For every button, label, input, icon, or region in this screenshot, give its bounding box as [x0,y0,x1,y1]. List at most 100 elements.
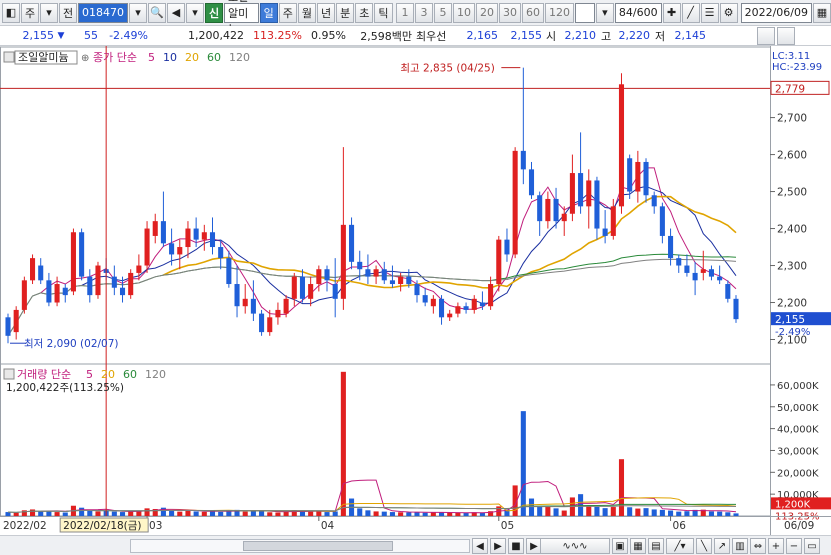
period-tab-4[interactable]: 분 [336,2,355,23]
volume-legend-period-20: 20 [101,368,115,381]
plus-icon[interactable]: + [768,538,784,554]
zoom-in-icon[interactable]: ✚ [662,2,681,23]
period-tab-3[interactable]: 년 [317,2,336,23]
speaker-icon[interactable]: ◀ [167,2,185,23]
volume-pane-menu-icon[interactable] [3,368,15,380]
minute-tab-120[interactable]: 120 [545,2,575,23]
minute-tab-5[interactable]: 5 [434,2,453,23]
candle-body-61 [504,239,510,255]
window-icon[interactable]: ◧ [2,2,20,23]
period-tab-2[interactable]: 월 [297,2,317,23]
volume-bar-40 [332,511,338,516]
candle-body-36 [299,276,306,299]
line-tool-icon[interactable]: ╲ [696,538,712,554]
ref-price-tag: 2,779 [775,83,805,95]
drawing-tool-icon[interactable]: ╱▾ [666,538,694,554]
legend-settings-icon: ⊕ [81,53,89,64]
minute-tab-30[interactable]: 30 [499,2,522,23]
lc-label: LC:3.11 [772,51,810,62]
cursor-date-label: 2022/02/18(금) [63,520,141,532]
candle-body-43 [357,261,363,270]
view-controls: ∿∿∿ ▣ ▦ ▤ ╱▾ ╲ ↗ ▥ ⇔ + − ▭ [540,538,820,554]
period-tab-0[interactable]: 일 [259,2,278,23]
split-icon[interactable]: ▥ [732,538,748,554]
scroll-thumb[interactable] [243,541,393,551]
rewind-icon[interactable]: ◀ [472,538,488,554]
volume-bar-44 [365,510,371,516]
candle-body-85 [700,269,706,273]
arrow-tool-icon[interactable]: ↗ [714,538,730,554]
gear-icon[interactable]: ⚙ [719,2,738,23]
volume-bar-29 [242,511,248,516]
candle-body-58 [479,302,485,307]
buy-button[interactable] [757,27,775,45]
candle-body-78 [643,161,649,196]
data-count-field[interactable]: 84/600 [614,2,662,23]
candle-body-24 [201,232,207,240]
minute-tab-60[interactable]: 60 [522,2,545,23]
chart-scrollbar[interactable] [130,539,470,553]
minute-tab-1[interactable]: 1 [396,2,415,23]
calendar-icon[interactable]: ▦ [813,2,831,23]
candle-body-23 [193,228,199,240]
chevron-down-icon[interactable]: ▾ [40,2,58,23]
volume-bar-1 [13,512,19,516]
volume-current-label: 1,200,422주(113.25%) [6,382,124,394]
price-tick-label-5: 2,600 [777,150,807,162]
image-icon[interactable]: ▤ [648,538,664,554]
minute-tab-10[interactable]: 10 [453,2,476,23]
market-type-select[interactable]: 주 [21,2,39,23]
candle-body-30 [250,298,256,314]
current-pct-tag: -2.49% [775,327,810,338]
stock-code-input[interactable]: 018470 [78,2,128,23]
wave-tool-icon[interactable]: ∿∿∿ [540,538,610,554]
prev-button[interactable]: 전 [59,2,77,23]
volume-tick-label-3: 40,000K [777,425,819,436]
minute-tab-3[interactable]: 3 [415,2,434,23]
stop-icon[interactable]: ■ [508,538,524,554]
stock-chart[interactable]: 2,1002,2002,3002,4002,5002,6002,70010,00… [0,46,831,535]
volume-bar-4 [38,511,44,516]
top-toolbar: ◧ 주 ▾ 전 018470 ▾ 🔍 ◀ ▾ 신 조일알미늄 일주월년분초틱 1… [0,0,831,36]
volume-current-tag: 1,200K [775,499,811,510]
new-badge: 신 [205,2,223,23]
volume-bar-43 [357,508,363,516]
volume-bar-34 [283,511,289,516]
grid-icon[interactable]: ▦ [630,538,646,554]
pane-menu-icon[interactable] [3,51,15,63]
code-dropdown-icon[interactable]: ▾ [129,2,147,23]
candle-body-74 [610,206,616,236]
volume-bar-49 [406,512,412,516]
period-tab-6[interactable]: 틱 [374,2,393,23]
period-tab-1[interactable]: 주 [278,2,297,23]
candle-body-49 [406,276,412,285]
legend-ma-period-10: 10 [163,51,177,64]
bid-price: 2,155 [510,29,543,42]
compare-icon[interactable]: ☰ [700,2,719,23]
volume-bar-86 [708,511,714,516]
candle-body-47 [389,280,395,285]
minute-tab-20[interactable]: 20 [476,2,499,23]
draw-tool-icon[interactable]: ╱ [681,2,700,23]
search-icon[interactable]: 🔍 [148,2,166,23]
period-tab-5[interactable]: 초 [355,2,374,23]
candle-body-3 [30,258,36,281]
volume-bar-73 [602,508,608,516]
expand-icon[interactable]: ⇔ [750,538,766,554]
chevron-down-icon-2[interactable]: ▾ [186,2,204,23]
date-input[interactable]: 2022/06/09 [740,2,812,23]
legend-ma-label: 종가 단순 [93,51,137,64]
volume-bar-87 [717,511,723,516]
reset-icon[interactable]: ▭ [804,538,820,554]
sell-button[interactable] [777,27,795,45]
candle-body-54 [447,313,453,318]
volume-bar-33 [275,512,281,516]
candle-body-67 [553,198,559,222]
layout-icon[interactable]: ▣ [612,538,628,554]
minus-icon[interactable]: − [786,538,802,554]
play-icon[interactable]: ▶ [490,538,506,554]
custom-period-input[interactable] [575,2,595,23]
candle-body-62 [512,150,518,255]
chevron-down-icon-3[interactable]: ▾ [595,2,614,23]
x-month-label-1: 04 [321,520,335,532]
